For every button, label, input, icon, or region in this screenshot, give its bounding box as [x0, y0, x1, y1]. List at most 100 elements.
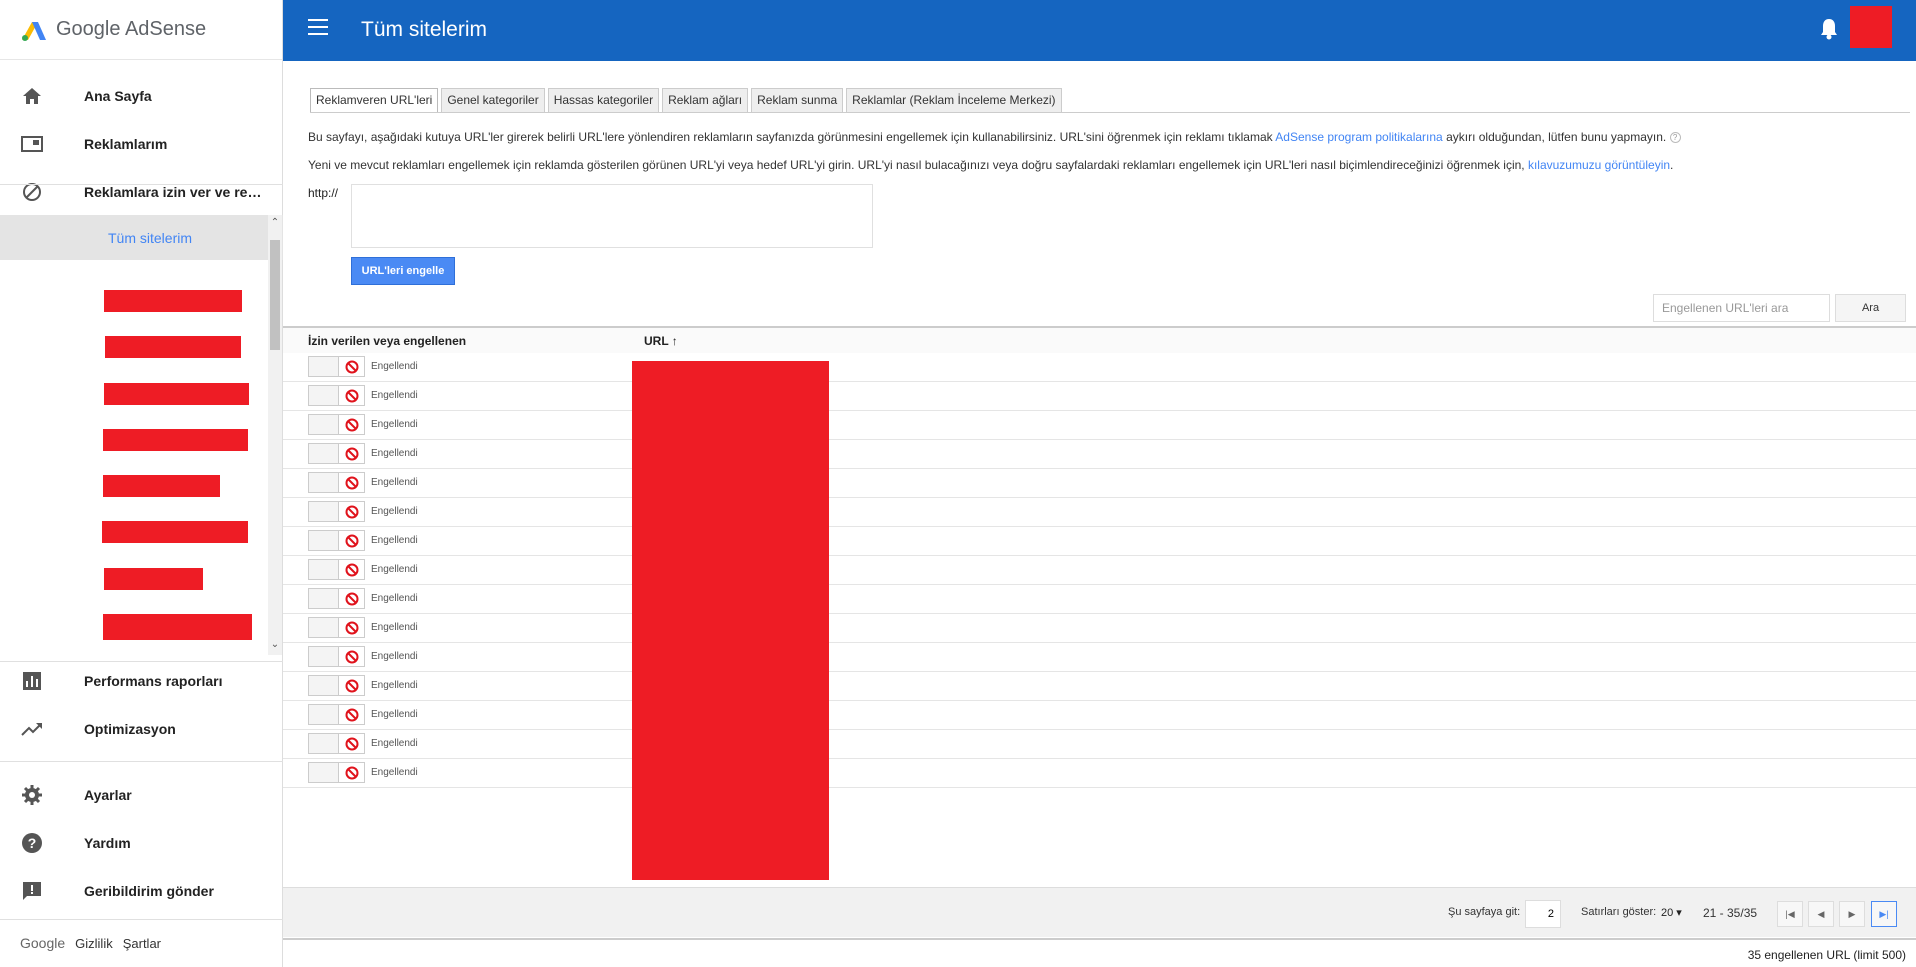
scroll-down-icon[interactable]: ⌄ [268, 639, 282, 653]
allow-block-toggle[interactable] [308, 762, 365, 783]
search-button[interactable]: Ara [1835, 294, 1906, 322]
col-status-header[interactable]: İzin verilen veya engellenen [308, 334, 466, 348]
nav-performance-reports[interactable]: Performans raporları [0, 657, 283, 705]
nav-settings-label: Ayarlar [84, 787, 132, 803]
nav-my-ads-label: Reklamlarım [84, 136, 168, 152]
menu-icon[interactable] [308, 19, 328, 39]
view-guide-link[interactable]: kılavuzumuzu görüntüleyin [1528, 158, 1670, 172]
search-blocked-urls-input[interactable] [1653, 294, 1830, 322]
nav-settings[interactable]: Ayarlar [0, 771, 283, 819]
block-urls-button[interactable]: URL'leri engelle [351, 257, 455, 285]
allow-block-toggle[interactable] [308, 501, 365, 522]
pagination-bar: Şu sayfaya git: Satırları göster: 20 ▾ 2… [283, 887, 1916, 937]
help-icon[interactable]: ? [1669, 132, 1681, 144]
redacted-site-item[interactable] [105, 336, 241, 358]
site-item-all-sites[interactable]: Tüm sitelerim [0, 215, 283, 260]
nav-home[interactable]: Ana Sayfa [0, 72, 283, 120]
row-status: Engellendi [371, 535, 418, 546]
nav-allow-block-ads[interactable]: Reklamlara izin ver ve rekl... [0, 168, 283, 216]
allow-block-toggle[interactable] [308, 356, 365, 377]
page-number-input[interactable] [1525, 900, 1561, 928]
allow-block-toggle[interactable] [308, 733, 365, 754]
ads-icon [21, 133, 43, 155]
nav-performance-label: Performans raporları [84, 673, 223, 689]
redacted-site-item[interactable] [104, 290, 242, 312]
redacted-url-column [632, 361, 829, 880]
rows-per-page-label: Satırları göster: [1581, 906, 1657, 918]
rows-value: 20 [1661, 907, 1674, 919]
notifications-bell-icon[interactable] [1819, 18, 1839, 40]
table-row: Engellendi [283, 672, 1916, 701]
row-status: Engellendi [371, 506, 418, 517]
redacted-site-item[interactable] [103, 614, 252, 640]
tab-general-categories[interactable]: Genel kategoriler [441, 88, 545, 112]
nav-help-label: Yardım [84, 835, 131, 851]
col-url-header[interactable]: URL ↑ [644, 334, 678, 348]
table-row: Engellendi [283, 643, 1916, 672]
scrollbar-thumb[interactable] [270, 240, 280, 350]
page-range: 21 - 35/35 [1703, 906, 1758, 920]
tab-advertiser-urls[interactable]: Reklamveren URL'leri [310, 88, 439, 112]
redacted-site-item[interactable] [103, 429, 248, 451]
redacted-site-item[interactable] [104, 383, 249, 405]
allow-block-toggle[interactable] [308, 646, 365, 667]
tab-sensitive-categories[interactable]: Hassas kategoriler [547, 88, 660, 112]
allow-block-toggle[interactable] [308, 443, 365, 464]
redacted-site-item[interactable] [103, 475, 220, 497]
allow-block-toggle[interactable] [308, 472, 365, 493]
top-app-bar: Tüm sitelerim [283, 0, 1916, 61]
site-list: Tüm sitelerim [0, 215, 283, 655]
nav-optimization[interactable]: Optimizasyon [0, 705, 283, 753]
blocked-icon [338, 676, 364, 695]
allow-block-toggle[interactable] [308, 414, 365, 435]
intro-paragraph-1: Bu sayfayı, aşağıdaki kutuya URL'ler gir… [308, 130, 1681, 144]
blocked-icon [338, 763, 364, 782]
nav-help[interactable]: ? Yardım [0, 819, 283, 867]
row-status: Engellendi [371, 477, 418, 488]
tab-ad-networks[interactable]: Reklam ağları [662, 88, 749, 112]
blocked-url-count: 35 engellenen URL (limit 500) [1747, 948, 1906, 962]
nav-send-feedback[interactable]: Geribildirim gönder [0, 867, 283, 915]
redacted-site-item[interactable] [102, 521, 248, 543]
blocked-icon [338, 415, 364, 434]
adsense-logo-icon [20, 18, 48, 42]
terms-link[interactable]: Şartlar [123, 936, 161, 951]
blocked-icon [338, 618, 364, 637]
tab-ad-serving[interactable]: Reklam sunma [751, 88, 844, 112]
url-textarea[interactable] [351, 184, 873, 248]
sidebar-footer: Google Gizlilik Şartlar [20, 935, 161, 951]
row-status: Engellendi [371, 564, 418, 575]
table-row: Engellendi [283, 759, 1916, 788]
row-status: Engellendi [371, 593, 418, 604]
allow-block-toggle[interactable] [308, 617, 365, 638]
blocked-icon [338, 502, 364, 521]
row-status: Engellendi [371, 651, 418, 662]
home-icon [21, 85, 43, 107]
nav-my-ads[interactable]: Reklamlarım [0, 120, 283, 168]
allow-block-toggle[interactable] [308, 675, 365, 696]
allow-block-toggle[interactable] [308, 559, 365, 580]
next-page-icon[interactable]: ▶ [1839, 901, 1865, 927]
scroll-up-icon[interactable]: ⌃ [268, 217, 282, 231]
rows-per-page-select[interactable]: 20 ▾ [1661, 906, 1701, 928]
allow-block-toggle[interactable] [308, 385, 365, 406]
help-icon: ? [21, 832, 43, 854]
first-page-icon[interactable]: |◀ [1777, 901, 1803, 927]
last-page-icon[interactable]: ▶| [1871, 901, 1897, 927]
row-status: Engellendi [371, 709, 418, 720]
table-row: Engellendi [283, 701, 1916, 730]
tab-ad-review-center[interactable]: Reklamlar (Reklam İnceleme Merkezi) [846, 88, 1062, 112]
table-row: Engellendi [283, 382, 1916, 411]
allow-block-toggle[interactable] [308, 588, 365, 609]
prev-page-icon[interactable]: ◀ [1808, 901, 1834, 927]
table-row: Engellendi [283, 730, 1916, 759]
account-avatar-redacted[interactable] [1850, 6, 1892, 48]
tab-underline [310, 112, 1910, 113]
redacted-site-item[interactable] [104, 568, 203, 590]
allow-block-toggle[interactable] [308, 530, 365, 551]
sidebar-scrollbar[interactable]: ⌃ ⌄ [268, 215, 282, 655]
privacy-link[interactable]: Gizlilik [75, 936, 113, 951]
allow-block-toggle[interactable] [308, 704, 365, 725]
adsense-policies-link[interactable]: AdSense program politikalarına [1275, 130, 1442, 144]
adsense-logo[interactable]: Google AdSense [0, 0, 282, 60]
